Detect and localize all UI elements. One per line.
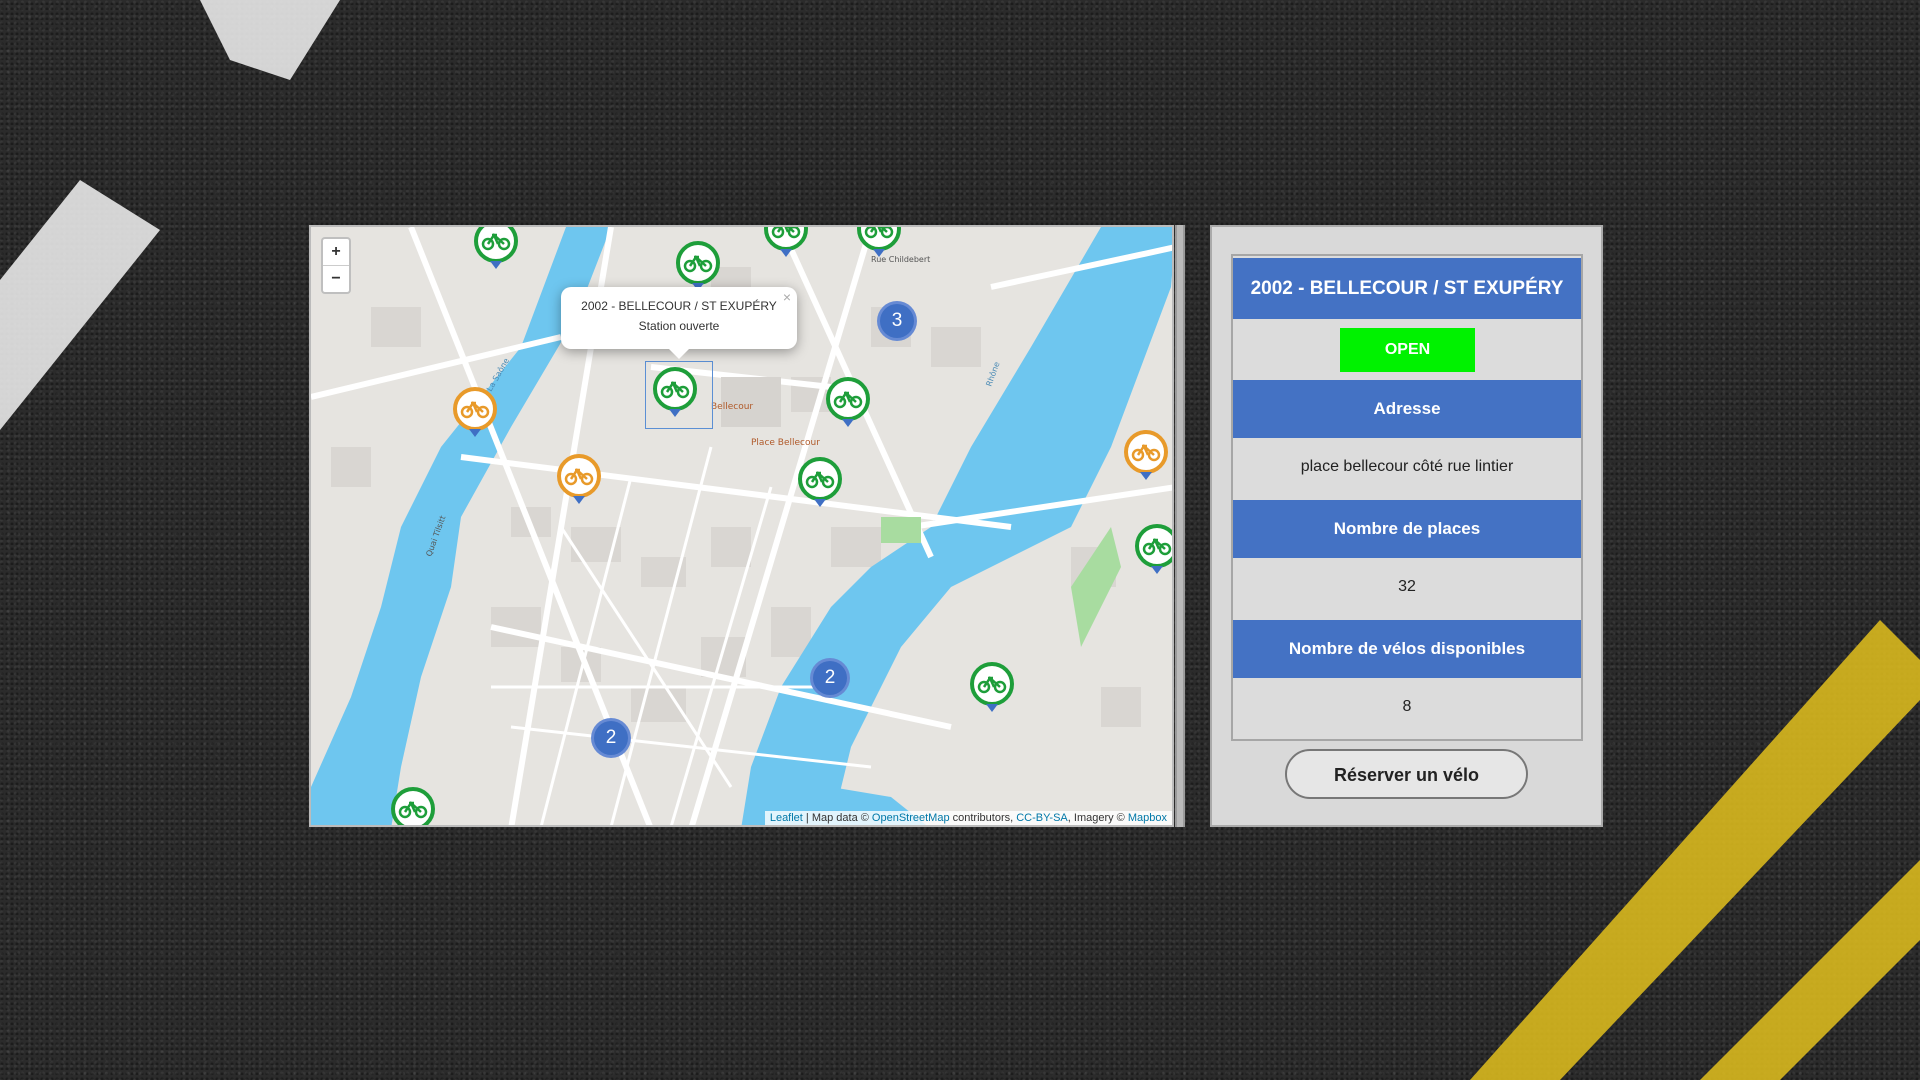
station-marker-orange[interactable] [554,454,604,510]
status-badge: OPEN [1340,328,1475,372]
attribution-text: contributors, [949,812,1017,824]
station-info-box: 2002 - BELLECOUR / ST EXUPÉRY OPEN Adres… [1231,254,1583,741]
marker-cluster[interactable]: 2 [810,658,850,698]
station-marker-green[interactable] [1132,524,1174,580]
station-marker-green[interactable] [761,225,811,263]
station-marker-green[interactable] [795,457,845,513]
places-value: 32 [1398,578,1416,595]
bikes-label: Nombre de vélos disponibles [1233,620,1581,678]
station-marker-orange[interactable] [450,387,500,443]
station-title: 2002 - BELLECOUR / ST EXUPÉRY [1233,258,1581,319]
popup-station-title: 2002 - BELLECOUR / ST EXUPÉRY [581,299,777,313]
selected-station-highlight [645,361,713,429]
address-value: place bellecour côté rue lintier [1300,458,1514,475]
map-label-place-bellecour: Place Bellecour [751,438,820,448]
zoom-out-button[interactable]: − [323,265,349,292]
popup-station-status: Station ouverte [638,319,720,333]
marker-cluster[interactable]: 2 [591,718,631,758]
popup-close-button[interactable]: × [783,289,791,305]
mapbox-link[interactable]: Mapbox [1128,812,1167,824]
marker-cluster[interactable]: 3 [877,301,917,341]
station-marker-green[interactable] [823,377,873,433]
attribution-text: , Imagery © [1067,812,1128,824]
station-info-panel: 2002 - BELLECOUR / ST EXUPÉRY OPEN Adres… [1210,225,1603,827]
bikes-value: 8 [1402,698,1412,715]
station-marker-green[interactable] [471,225,521,275]
address-label: Adresse [1233,380,1581,438]
station-popup: × 2002 - BELLECOUR / ST EXUPÉRY Station … [561,287,797,359]
panel-divider [1175,225,1185,827]
station-marker-orange[interactable] [1121,430,1171,486]
places-label: Nombre de places [1233,500,1581,558]
zoom-control: + − [321,237,351,294]
station-marker-green[interactable] [388,787,438,827]
app-container: Bellecour Place Bellecour La Saône Rhône… [309,225,1603,830]
zoom-in-button[interactable]: + [323,239,349,265]
popup-tip [668,348,690,359]
station-marker-green[interactable] [854,225,904,263]
map-label-bellecour: Bellecour [711,402,753,412]
attribution-text: | Map data © [802,812,872,824]
osm-link[interactable]: OpenStreetMap [872,812,950,824]
map-view[interactable]: Bellecour Place Bellecour La Saône Rhône… [309,225,1174,827]
leaflet-link[interactable]: Leaflet [770,812,803,824]
station-marker-green[interactable] [967,662,1017,718]
license-link[interactable]: CC-BY-SA [1016,812,1068,824]
reserve-bike-button[interactable]: Réserver un vélo [1285,749,1528,799]
map-attribution: Leaflet | Map data © OpenStreetMap contr… [764,811,1172,825]
